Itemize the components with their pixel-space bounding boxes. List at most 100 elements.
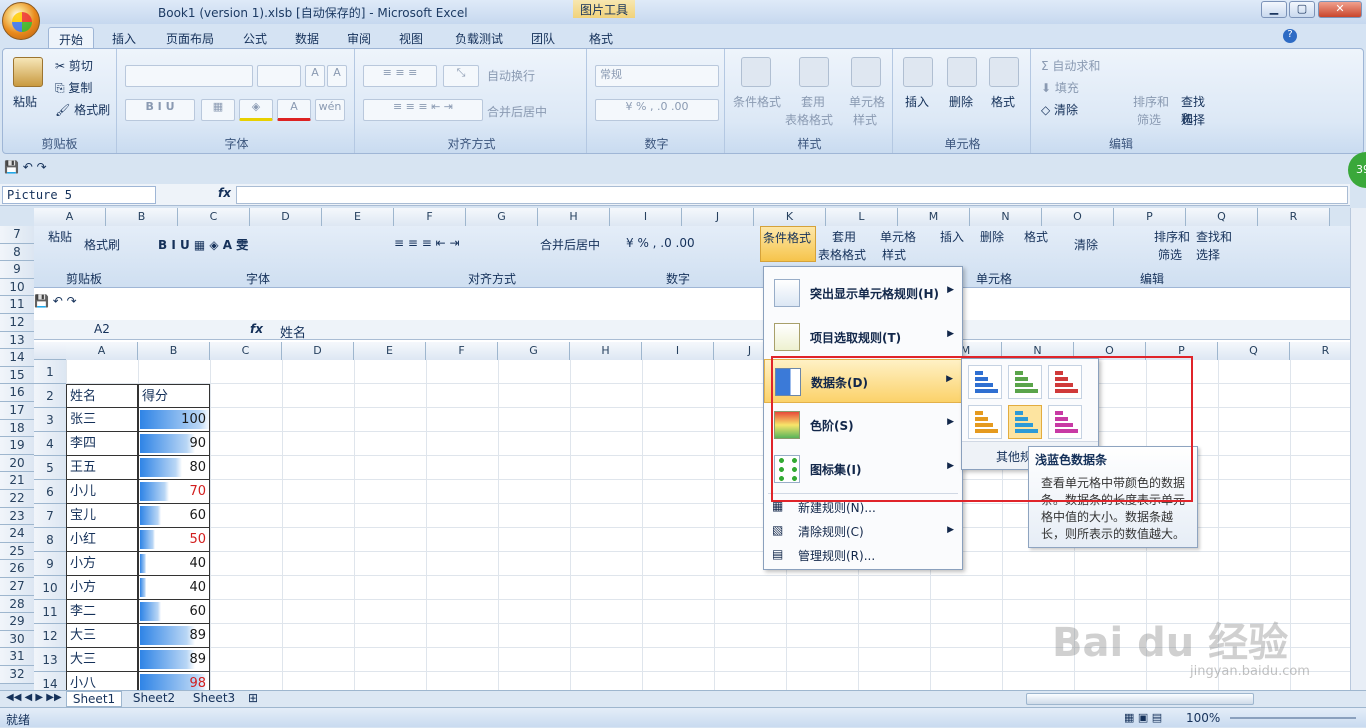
font-name-select[interactable]: [125, 65, 253, 87]
outer-row-header[interactable]: 18: [0, 419, 34, 438]
zoom-slider[interactable]: [1230, 717, 1356, 719]
outer-col-header[interactable]: N: [970, 208, 1042, 226]
number-format-select[interactable]: 常规: [595, 65, 719, 87]
find-select-button-line2[interactable]: 选择: [1181, 111, 1205, 128]
outer-col-header[interactable]: F: [394, 208, 466, 226]
cell-style-button-line2[interactable]: 样式: [853, 111, 877, 128]
outer-row-header[interactable]: 29: [0, 613, 34, 631]
tab-team[interactable]: 团队: [526, 27, 560, 48]
number-format-buttons[interactable]: ¥ % , .0 .00: [595, 99, 719, 121]
outer-row-header[interactable]: 11: [0, 296, 34, 314]
outer-row-header[interactable]: 24: [0, 525, 34, 543]
tab-format[interactable]: 格式: [584, 27, 618, 48]
wrap-text-button[interactable]: 自动换行: [487, 67, 535, 84]
format-cells-button[interactable]: 格式: [991, 93, 1015, 110]
bold-italic-underline[interactable]: B I U: [125, 99, 195, 121]
outer-row-header[interactable]: 28: [0, 595, 34, 614]
outer-col-header[interactable]: H: [538, 208, 610, 226]
cut-button[interactable]: ✂ 剪切: [55, 57, 93, 74]
sheet-tab-3[interactable]: Sheet3: [186, 691, 242, 707]
fill-color-button[interactable]: ◈: [239, 99, 273, 121]
paste-button[interactable]: 粘贴: [13, 93, 37, 110]
outer-col-header[interactable]: B: [106, 208, 178, 226]
tab-page-layout[interactable]: 页面布局: [160, 27, 220, 48]
outer-row-header[interactable]: 25: [0, 542, 34, 561]
outer-row-header[interactable]: 31: [0, 648, 34, 666]
sort-filter-button-line2[interactable]: 筛选: [1137, 111, 1161, 128]
outer-col-header[interactable]: R: [1258, 208, 1330, 226]
cell-style-button-line1[interactable]: 单元格: [849, 93, 885, 110]
horizontal-scrollbar[interactable]: [1026, 693, 1254, 705]
font-size-select[interactable]: [257, 65, 301, 87]
tab-data[interactable]: 数据: [290, 27, 324, 48]
outer-col-header[interactable]: O: [1042, 208, 1114, 226]
maximize-button[interactable]: ▢: [1289, 1, 1315, 18]
outer-row-header[interactable]: 30: [0, 630, 34, 649]
orientation-button[interactable]: ⤡: [443, 65, 479, 87]
outer-row-header[interactable]: 17: [0, 402, 34, 420]
merge-center-button[interactable]: 合并后居中: [487, 103, 547, 120]
help-icon[interactable]: ?: [1283, 29, 1297, 43]
outer-col-header[interactable]: L: [826, 208, 898, 226]
outer-row-header[interactable]: 9: [0, 261, 34, 279]
phonetic-button[interactable]: wén: [315, 99, 345, 121]
outer-row-header[interactable]: 32: [0, 666, 34, 684]
fx-icon[interactable]: fx: [218, 186, 231, 200]
outer-row-header[interactable]: 13: [0, 331, 34, 350]
office-button[interactable]: [2, 2, 40, 40]
table-format-button-line1[interactable]: 套用: [801, 93, 825, 110]
close-button[interactable]: ✕: [1318, 1, 1362, 18]
outer-col-header[interactable]: C: [178, 208, 250, 226]
table-format-button-line2[interactable]: 表格格式: [785, 111, 833, 128]
sheet-tab-2[interactable]: Sheet2: [126, 691, 182, 707]
tab-load-test[interactable]: 负载测试: [448, 27, 510, 48]
outer-row-header[interactable]: 26: [0, 560, 34, 578]
tab-insert[interactable]: 插入: [104, 27, 144, 48]
menu-manage-rules[interactable]: ▤ 管理规则(R)...: [764, 543, 962, 567]
zoom-level[interactable]: 100%: [1186, 711, 1220, 725]
tab-formulas[interactable]: 公式: [236, 27, 274, 48]
menu-top-bottom-rules[interactable]: 项目选取规则(T) ▶: [764, 315, 962, 359]
outer-col-header[interactable]: P: [1114, 208, 1186, 226]
outer-row-header[interactable]: 7: [0, 226, 34, 244]
copy-button[interactable]: ⎘ 复制: [55, 79, 92, 96]
borders-button[interactable]: ▦: [201, 99, 235, 121]
outer-row-header[interactable]: 20: [0, 454, 34, 473]
font-color-button[interactable]: A: [277, 99, 311, 121]
horizontal-align-buttons[interactable]: ≡ ≡ ≡ ⇤ ⇥: [363, 99, 483, 121]
outer-col-header[interactable]: J: [682, 208, 754, 226]
insert-sheet-icon[interactable]: ⊞: [248, 691, 258, 705]
sheet-tab-1[interactable]: Sheet1: [66, 691, 122, 707]
outer-row-header[interactable]: 19: [0, 437, 34, 455]
outer-row-header[interactable]: 15: [0, 366, 34, 385]
clear-button[interactable]: ◇ 清除: [1041, 101, 1078, 118]
autosum-button[interactable]: Σ 自动求和: [1041, 57, 1100, 74]
outer-row-header[interactable]: 22: [0, 490, 34, 508]
name-box[interactable]: Picture 5: [2, 186, 156, 204]
shrink-font-button[interactable]: A: [327, 65, 347, 87]
outer-row-header[interactable]: 8: [0, 243, 34, 262]
outer-row-header[interactable]: 23: [0, 507, 34, 526]
outer-col-header[interactable]: E: [322, 208, 394, 226]
outer-row-header[interactable]: 21: [0, 472, 34, 490]
outer-row-header[interactable]: 14: [0, 349, 34, 367]
vertical-align-buttons[interactable]: ≡ ≡ ≡: [363, 65, 437, 87]
formula-input[interactable]: [236, 186, 1348, 204]
view-buttons[interactable]: ▦ ▣ ▤: [1124, 711, 1162, 724]
redo-icon[interactable]: ↷: [37, 160, 47, 174]
menu-highlight-rules[interactable]: 突出显示单元格规则(H) ▶: [764, 271, 962, 315]
format-painter-button[interactable]: 🖌 格式刷: [55, 101, 110, 118]
conditional-format-button[interactable]: 条件格式: [733, 93, 781, 110]
outer-col-header[interactable]: D: [250, 208, 322, 226]
delete-cells-button[interactable]: 删除: [949, 93, 973, 110]
fill-button[interactable]: ⬇ 填充: [1041, 79, 1079, 96]
outer-row-header[interactable]: 16: [0, 384, 34, 402]
outer-row-header[interactable]: 10: [0, 278, 34, 297]
vertical-scrollbar[interactable]: [1350, 208, 1366, 690]
minimize-button[interactable]: ▁: [1261, 1, 1287, 18]
outer-row-header[interactable]: 12: [0, 314, 34, 332]
outer-col-header[interactable]: I: [610, 208, 682, 226]
outer-col-header[interactable]: M: [898, 208, 970, 226]
outer-col-header[interactable]: A: [34, 208, 106, 226]
outer-row-header[interactable]: 27: [0, 578, 34, 596]
